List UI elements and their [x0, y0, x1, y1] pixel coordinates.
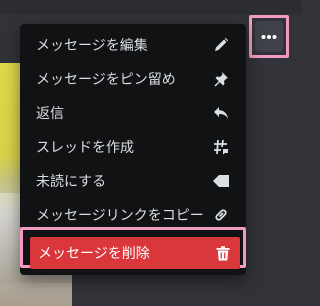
menu-item-label: メッセージを編集: [36, 38, 148, 54]
channel-header-strip: [0, 0, 301, 14]
menu-item-label: 返信: [36, 106, 64, 122]
menu-item-create-thread[interactable]: スレッドを作成: [28, 131, 238, 163]
menu-item-label: メッセージを削除: [38, 246, 150, 262]
pin-icon: [212, 70, 230, 88]
reply-icon: [212, 104, 230, 122]
thread-icon: [212, 138, 230, 156]
more-options-button[interactable]: [255, 21, 283, 52]
menu-item-label: メッセージをピン留め: [36, 72, 176, 88]
menu-item-label: メッセージリンクをコピー: [36, 208, 204, 224]
pencil-icon: [212, 36, 230, 54]
menu-item-label: 未読にする: [36, 174, 107, 190]
more-options-highlight: [249, 15, 289, 58]
menu-item-label: スレッドを作成: [36, 140, 134, 156]
mark-unread-icon: [212, 172, 230, 190]
menu-item-delete-message[interactable]: メッセージを削除: [30, 237, 240, 269]
link-icon: [212, 206, 230, 224]
more-horizontal-icon: [261, 34, 277, 39]
trash-icon: [214, 244, 232, 262]
menu-item-pin-message[interactable]: メッセージをピン留め: [28, 63, 238, 95]
menu-item-edit-message[interactable]: メッセージを編集: [28, 29, 238, 61]
menu-item-mark-unread[interactable]: 未読にする: [28, 165, 238, 197]
menu-item-reply[interactable]: 返信: [28, 97, 238, 129]
delete-message-highlight: メッセージを削除: [20, 227, 246, 269]
